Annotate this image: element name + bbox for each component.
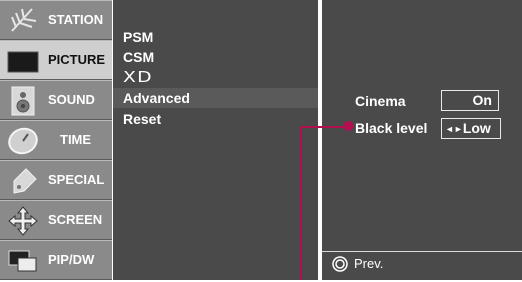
speaker-icon (6, 85, 40, 117)
sidebar-item-screen[interactable]: SCREEN (0, 200, 112, 240)
sidebar-item-label: TIME (60, 132, 92, 147)
sidebar-item-label: PICTURE (48, 52, 106, 67)
sidebar: STATION PICTURE SOUND TIME SPECIAL SCREE… (0, 0, 112, 280)
prev-button-icon (332, 256, 348, 272)
sidebar-item-picture[interactable]: PICTURE (0, 40, 112, 80)
sidebar-item-label: STATION (48, 12, 104, 27)
sidebar-item-label: SPECIAL (48, 172, 105, 187)
callout-dot (343, 121, 353, 131)
antenna-icon (6, 5, 40, 37)
left-right-arrows-icon: ◄► (445, 124, 463, 134)
menu-item-reset[interactable]: Reset (123, 109, 161, 129)
move-arrows-icon (6, 205, 40, 237)
menu-item-psm[interactable]: PSM (123, 27, 153, 47)
advanced-options-panel: Cinema On Black level ◄►Low Prev. (322, 0, 522, 280)
tag-icon (6, 165, 40, 197)
sidebar-item-time[interactable]: TIME (0, 120, 112, 160)
callout-line-horizontal (300, 126, 348, 128)
cinema-label: Cinema (355, 93, 406, 109)
pip-windows-icon (6, 245, 40, 277)
sidebar-item-sound[interactable]: SOUND (0, 80, 112, 120)
menu-item-csm[interactable]: CSM (123, 47, 154, 67)
sidebar-item-pipdw[interactable]: PIP/DW (0, 240, 112, 280)
picture-menu-panel: PSM CSM XD Advanced Reset (113, 0, 318, 280)
monitor-icon (6, 45, 40, 77)
black-level-label: Black level (355, 120, 428, 136)
sidebar-item-label: SCREEN (48, 212, 103, 227)
menu-item-xd[interactable]: XD (123, 67, 153, 87)
sidebar-item-label: SOUND (48, 92, 95, 107)
clock-icon (6, 125, 40, 157)
callout-line-vertical (300, 126, 302, 280)
sidebar-item-label: PIP/DW (48, 252, 95, 267)
black-level-value: Low (462, 120, 491, 136)
prev-label[interactable]: Prev. (354, 256, 383, 271)
footer-bar: Prev. (322, 251, 522, 280)
sidebar-item-special[interactable]: SPECIAL (0, 160, 112, 200)
menu-item-advanced[interactable]: Advanced (123, 88, 190, 108)
black-level-selector[interactable]: ◄►Low (441, 118, 501, 139)
cinema-value[interactable]: On (441, 90, 499, 111)
sidebar-item-station[interactable]: STATION (0, 0, 112, 40)
